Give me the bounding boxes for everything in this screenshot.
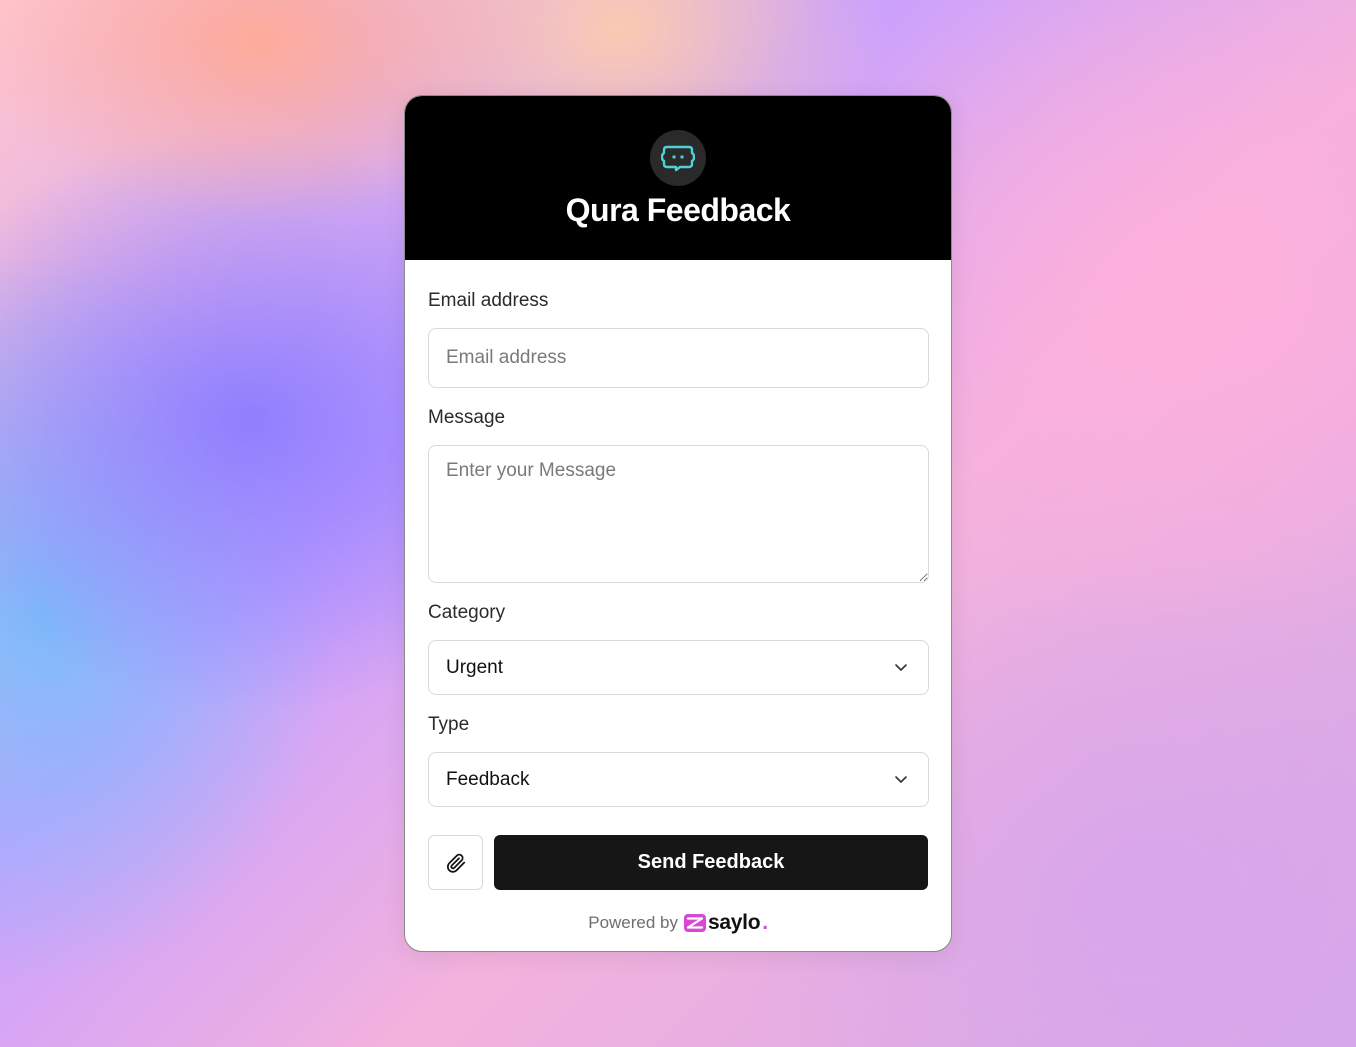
chevron-down-icon xyxy=(895,776,907,783)
message-label: Message xyxy=(428,407,506,428)
category-select[interactable]: Urgent xyxy=(428,640,929,695)
powered-by-text: Powered by xyxy=(588,913,679,932)
type-label: Type xyxy=(428,714,470,735)
chevron-down-icon xyxy=(895,664,907,671)
category-select-value[interactable]: Urgent xyxy=(428,640,929,695)
powered-by: Powered by saylo. xyxy=(428,911,928,935)
category-label: Category xyxy=(428,602,506,623)
saylo-logo-icon xyxy=(684,914,707,932)
feedback-widget: Qura Feedback Email address Message Cate… xyxy=(404,95,952,952)
widget-title: Qura Feedback xyxy=(565,192,791,228)
feedback-form: Email address Message Category Urgent Ty… xyxy=(405,290,951,935)
type-select[interactable]: Feedback xyxy=(428,752,929,807)
email-input[interactable] xyxy=(428,328,929,388)
send-feedback-button[interactable]: Send Feedback xyxy=(494,835,928,890)
chat-bubble-icon xyxy=(661,145,695,172)
message-textarea[interactable] xyxy=(428,445,929,583)
attach-button[interactable] xyxy=(428,835,483,890)
widget-header: Qura Feedback xyxy=(405,96,951,260)
paperclip-icon xyxy=(446,853,465,873)
brand-name: saylo xyxy=(708,911,761,934)
logo xyxy=(650,130,706,186)
brand-dot: . xyxy=(762,911,768,934)
form-actions: Send Feedback xyxy=(428,835,928,890)
saylo-brand-link[interactable]: saylo. xyxy=(684,911,768,935)
email-label: Email address xyxy=(428,290,549,311)
type-select-value[interactable]: Feedback xyxy=(428,752,929,807)
